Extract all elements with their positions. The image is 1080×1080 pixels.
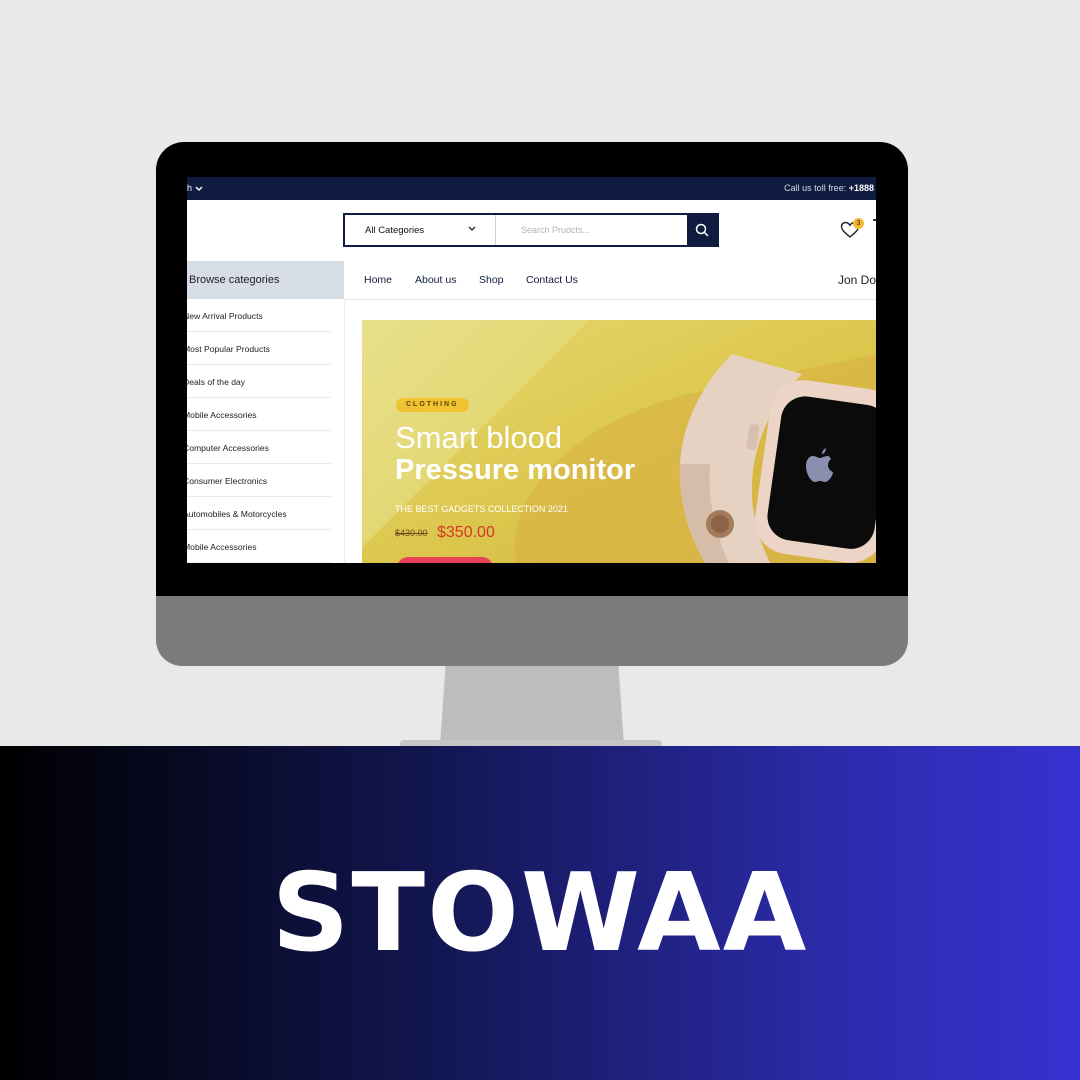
- category-label: Mobile Accessories: [187, 410, 257, 420]
- wishlist-button[interactable]: 3: [840, 218, 864, 241]
- main-nav: Home About us Shop Contact Us Jon Do: [344, 261, 876, 300]
- nav-contact-us[interactable]: Contact Us: [526, 274, 578, 286]
- language-label: h: [187, 183, 193, 193]
- shop-now-button[interactable]: [397, 557, 493, 563]
- category-select-label: All Categories: [365, 225, 425, 236]
- toll-free-label: Call us toll free:: [784, 183, 847, 193]
- banner-title-line1: Smart blood: [395, 420, 563, 455]
- category-item[interactable]: Mobile Accessories: [187, 530, 331, 563]
- banner-subtitle: THE BEST GADGETS COLLECTION 2021: [395, 504, 568, 514]
- category-label: Mobile Accessories: [187, 542, 257, 552]
- banner-title-line2: Pressure monitor: [395, 454, 636, 486]
- old-price: $430.00: [395, 528, 428, 538]
- nav-home[interactable]: Home: [364, 274, 392, 286]
- new-price: $350.00: [437, 524, 495, 541]
- category-label: Computer Accessories: [187, 443, 269, 453]
- hero-banner: CLOTHING Smart blood Pressure monitor TH…: [362, 320, 876, 563]
- category-item[interactable]: Most Popular Products: [187, 332, 331, 365]
- category-item[interactable]: New Arrival Products: [187, 299, 331, 332]
- toll-free-number[interactable]: +1888: [849, 183, 874, 193]
- banner-tag: CLOTHING: [396, 398, 469, 412]
- category-item[interactable]: Mobile Accessories: [187, 398, 331, 431]
- brand-logo-text: STOWAA: [271, 851, 809, 976]
- cart-icon[interactable]: [873, 219, 876, 221]
- category-item[interactable]: Deals of the day: [187, 365, 331, 398]
- category-label: Consumer Electronics: [187, 476, 268, 486]
- search-input[interactable]: [496, 215, 686, 245]
- monitor-chin: [156, 596, 908, 666]
- category-list: New Arrival Products Most Popular Produc…: [187, 299, 345, 563]
- chevron-down-icon: [195, 186, 203, 191]
- category-label: New Arrival Products: [187, 311, 263, 321]
- nav-shop[interactable]: Shop: [479, 274, 504, 286]
- nav-about-us[interactable]: About us: [415, 274, 456, 286]
- category-item[interactable]: Consumer Electronics: [187, 464, 331, 497]
- brand-band: STOWAA: [0, 746, 1080, 1080]
- category-item[interactable]: Computer Accessories: [187, 431, 331, 464]
- smartwatch-image: [679, 354, 876, 563]
- chevron-down-icon: [468, 226, 476, 231]
- search-bar: All Categories: [343, 213, 719, 247]
- toll-free-info: Call us toll free: +1888: [784, 183, 874, 193]
- search-button[interactable]: [687, 215, 717, 245]
- category-label: Deals of the day: [187, 377, 246, 387]
- category-label: Most Popular Products: [187, 344, 270, 354]
- browse-categories-button[interactable]: Browse categories: [187, 261, 344, 299]
- monitor-stand: [440, 666, 624, 746]
- category-select[interactable]: All Categories: [345, 215, 496, 245]
- language-selector[interactable]: h: [187, 183, 203, 193]
- wishlist-count-badge: 3: [853, 218, 864, 229]
- website-screen: h Call us toll free: +1888 All Categorie…: [187, 177, 876, 563]
- category-label: Automobiles & Motorcycles: [187, 509, 287, 519]
- browse-categories-label: Browse categories: [189, 274, 280, 286]
- top-bar: h Call us toll free: +1888: [187, 177, 876, 200]
- search-icon: [695, 223, 709, 237]
- category-item[interactable]: Automobiles & Motorcycles: [187, 497, 331, 530]
- account-name[interactable]: Jon Do: [838, 273, 876, 287]
